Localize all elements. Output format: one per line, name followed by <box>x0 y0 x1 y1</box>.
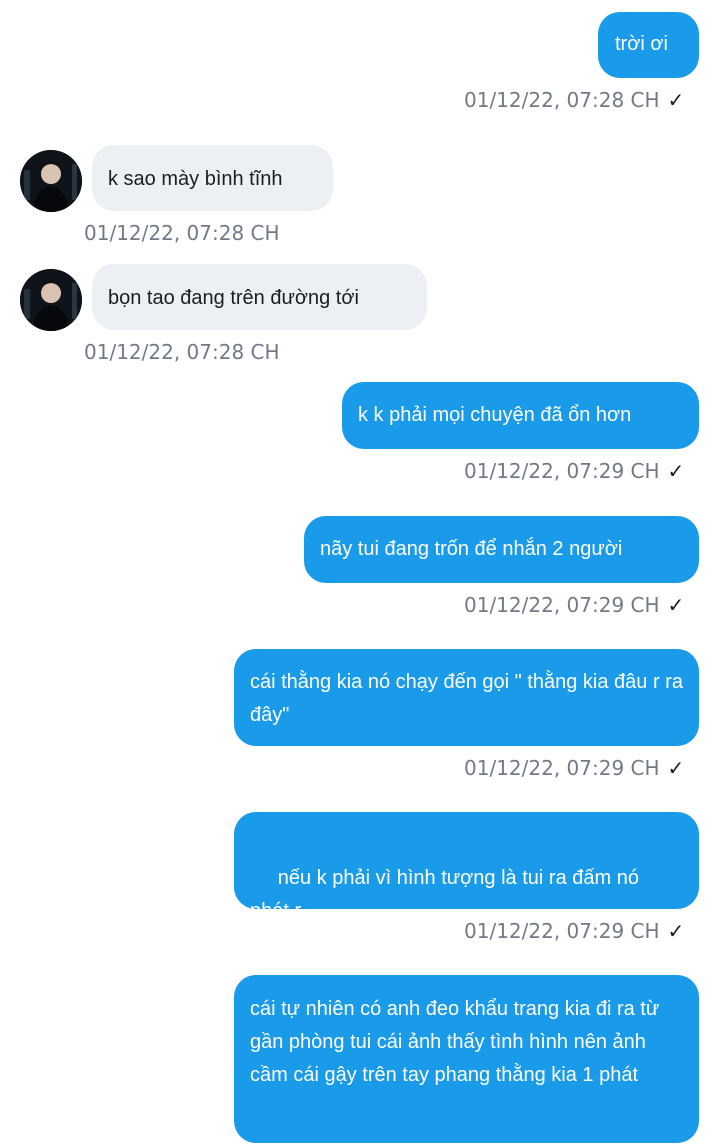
message-timestamp: 01/12/22, 07:29 CH ✓ <box>464 756 685 780</box>
chat-thread: trời ơi 01/12/22, 07:28 CH ✓ k sao mày bì… <box>0 0 720 1147</box>
check-icon: ✓ <box>667 756 685 780</box>
check-icon: ✓ <box>667 919 685 943</box>
message-timestamp: 01/12/22, 07:29 CH ✓ <box>464 459 685 483</box>
message-bubble-outgoing[interactable]: trời ơi <box>598 12 699 78</box>
message-text: nãy tui đang trốn để nhắn 2 người <box>320 538 623 560</box>
message-timestamp: 01/12/22, 07:28 CH ✓ <box>464 88 685 112</box>
contact-avatar[interactable] <box>20 150 82 212</box>
message-timestamp: 01/12/22, 07:29 CH ✓ <box>464 919 685 943</box>
message-timestamp: 01/12/22, 07:28 CH <box>84 221 280 245</box>
message-text: trời ơi <box>615 33 668 55</box>
message-bubble-outgoing[interactable]: nếu k phải vì hình tượng là tui ra đấm n… <box>234 812 699 922</box>
message-text: bọn tao đang trên đường tới <box>108 287 359 309</box>
message-text: k sao mày bình tĩnh <box>108 168 283 190</box>
message-bubble-outgoing[interactable]: k k phải mọi chuyện đã ổn hơn <box>342 382 699 449</box>
message-text: nếu k phải vì hình tượng là tui ra đấm n… <box>250 867 645 922</box>
message-timestamp: 01/12/22, 07:28 CH <box>84 340 280 364</box>
message-text: cái tự nhiên có anh đeo khẩu trang kia đ… <box>250 998 660 1086</box>
message-text: cái thằng kia nó chạy đến gọi " thằng ki… <box>250 671 683 726</box>
message-bubble-outgoing[interactable]: cái thằng kia nó chạy đến gọi " thằng ki… <box>234 649 699 746</box>
message-text: k k phải mọi chuyện đã ổn hơn <box>358 404 632 426</box>
message-bubble-incoming[interactable]: k sao mày bình tĩnh <box>92 145 333 211</box>
check-icon: ✓ <box>667 459 685 483</box>
message-bubble-incoming[interactable]: bọn tao đang trên đường tới <box>92 264 427 330</box>
message-bubble-outgoing[interactable]: cái tự nhiên có anh đeo khẩu trang kia đ… <box>234 975 699 1143</box>
contact-avatar[interactable] <box>20 269 82 331</box>
message-bubble-outgoing[interactable]: nãy tui đang trốn để nhắn 2 người <box>304 516 699 583</box>
check-icon: ✓ <box>667 593 685 617</box>
message-timestamp: 01/12/22, 07:29 CH ✓ <box>464 593 685 617</box>
check-icon: ✓ <box>667 88 685 112</box>
